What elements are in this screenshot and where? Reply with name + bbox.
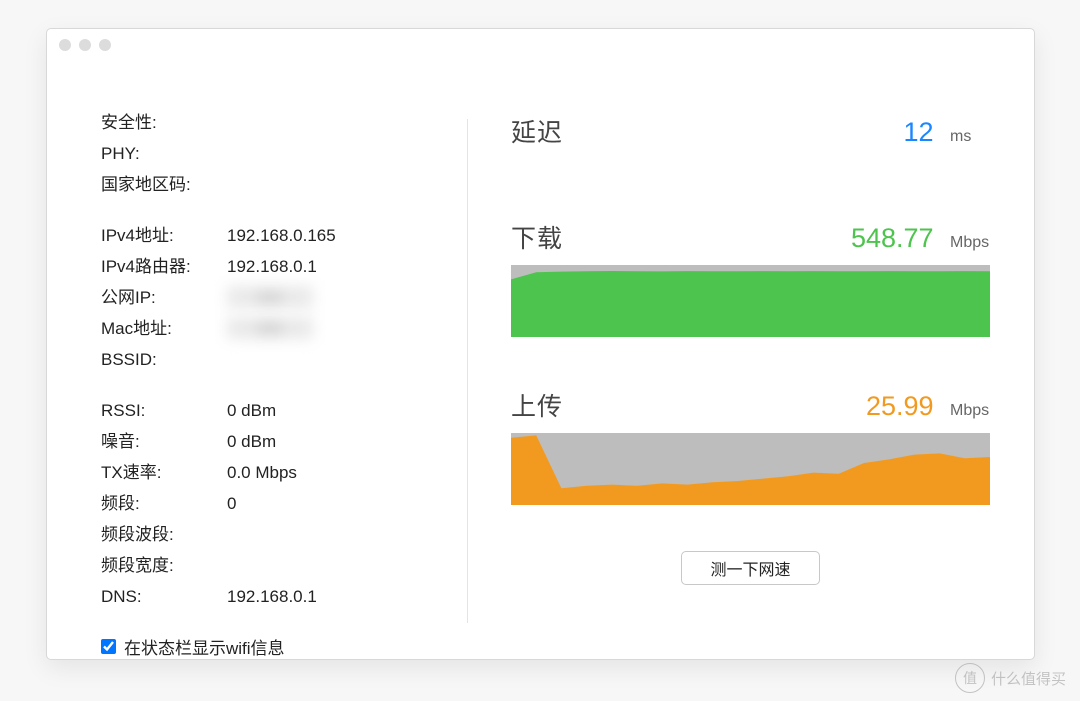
upload-value: 25.99	[866, 391, 934, 421]
download-chart	[511, 265, 990, 337]
info-group-signal: RSSI: 0 dBm 噪音: 0 dBm TX速率: 0.0 Mbps 频段:…	[101, 395, 447, 612]
upload-chart	[511, 433, 990, 505]
upload-section: 上传 25.99 Mbps	[511, 387, 990, 505]
label-ipv4-addr: IPv4地址:	[101, 220, 227, 251]
value-rssi: 0 dBm	[227, 395, 276, 426]
app-window: 安全性: PHY: 国家地区码: IPv4地址: 192.168.0.165	[46, 28, 1035, 660]
row-bssid: BSSID:	[101, 344, 447, 375]
row-security: 安全性:	[101, 107, 447, 138]
value-channel: 0	[227, 488, 236, 519]
label-public-ip: 公网IP:	[101, 282, 227, 313]
download-readout: 548.77 Mbps	[851, 223, 990, 254]
statusbar-checkbox-row[interactable]: 在状态栏显示wifi信息	[101, 634, 447, 659]
info-group-link: 安全性: PHY: 国家地区码:	[101, 107, 447, 200]
download-value: 548.77	[851, 223, 934, 253]
latency-title: 延迟	[511, 113, 563, 149]
label-security: 安全性:	[101, 107, 227, 138]
statusbar-checkbox[interactable]	[101, 639, 116, 654]
label-channel: 频段:	[101, 488, 227, 519]
label-phy: PHY:	[101, 138, 227, 169]
statusbar-checkbox-label: 在状态栏显示wifi信息	[124, 634, 285, 659]
download-unit: Mbps	[950, 234, 990, 252]
row-mac: Mac地址: xxx	[101, 313, 447, 344]
upload-readout: 25.99 Mbps	[866, 391, 990, 422]
value-tx: 0.0 Mbps	[227, 457, 297, 488]
download-section: 下载 548.77 Mbps	[511, 219, 990, 337]
label-band: 频段波段:	[101, 519, 227, 550]
row-noise: 噪音: 0 dBm	[101, 426, 447, 457]
row-width: 频段宽度:	[101, 550, 447, 581]
label-mac: Mac地址:	[101, 313, 227, 344]
latency-readout: 12 ms	[904, 117, 991, 148]
row-ipv4-addr: IPv4地址: 192.168.0.165	[101, 220, 447, 251]
label-width: 频段宽度:	[101, 550, 227, 581]
window-controls	[59, 39, 111, 51]
label-rssi: RSSI:	[101, 395, 227, 426]
latency-header: 延迟 12 ms	[511, 113, 990, 149]
row-public-ip: 公网IP: xxx	[101, 282, 447, 313]
watermark: 值 什么值得买	[955, 663, 1066, 693]
label-country: 国家地区码:	[101, 169, 227, 200]
label-dns: DNS:	[101, 581, 227, 612]
row-tx: TX速率: 0.0 Mbps	[101, 457, 447, 488]
upload-unit: Mbps	[950, 402, 990, 420]
close-icon[interactable]	[59, 39, 71, 51]
label-bssid: BSSID:	[101, 344, 227, 375]
watermark-text: 什么值得买	[991, 668, 1066, 689]
row-channel: 频段: 0	[101, 488, 447, 519]
download-header: 下载 548.77 Mbps	[511, 219, 990, 255]
label-ipv4-router: IPv4路由器:	[101, 251, 227, 282]
value-public-ip: xxx	[227, 286, 313, 308]
value-noise: 0 dBm	[227, 426, 276, 457]
value-ipv4-router: 192.168.0.1	[227, 251, 317, 282]
latency-unit: ms	[950, 128, 990, 146]
latency-value: 12	[904, 117, 934, 147]
upload-header: 上传 25.99 Mbps	[511, 387, 990, 423]
info-group-address: IPv4地址: 192.168.0.165 IPv4路由器: 192.168.0…	[101, 220, 447, 375]
label-noise: 噪音:	[101, 426, 227, 457]
run-speedtest-button[interactable]: 测一下网速	[681, 551, 819, 585]
network-info-pane: 安全性: PHY: 国家地区码: IPv4地址: 192.168.0.165	[47, 79, 467, 659]
value-mac: xxx	[227, 317, 313, 339]
zoom-icon[interactable]	[99, 39, 111, 51]
value-ipv4-addr: 192.168.0.165	[227, 220, 336, 251]
row-country: 国家地区码:	[101, 169, 447, 200]
row-rssi: RSSI: 0 dBm	[101, 395, 447, 426]
watermark-badge-icon: 值	[955, 663, 985, 693]
row-phy: PHY:	[101, 138, 447, 169]
row-band: 频段波段:	[101, 519, 447, 550]
download-title: 下载	[511, 219, 563, 255]
minimize-icon[interactable]	[79, 39, 91, 51]
content-area: 安全性: PHY: 国家地区码: IPv4地址: 192.168.0.165	[47, 79, 1034, 659]
upload-title: 上传	[511, 387, 563, 423]
label-tx: TX速率:	[101, 457, 227, 488]
speedtest-pane: 延迟 12 ms 下载 548.77 Mbps	[467, 79, 1034, 659]
row-ipv4-router: IPv4路由器: 192.168.0.1	[101, 251, 447, 282]
latency-section: 延迟 12 ms	[511, 113, 990, 149]
value-dns: 192.168.0.1	[227, 581, 317, 612]
row-dns: DNS: 192.168.0.1	[101, 581, 447, 612]
